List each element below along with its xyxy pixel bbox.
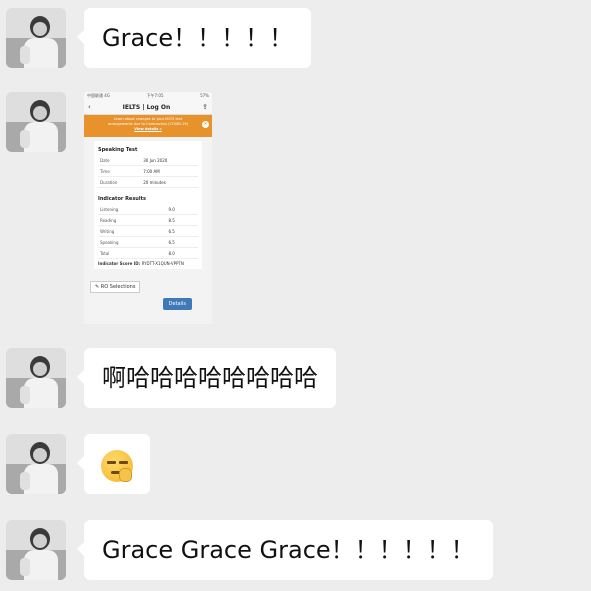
status-time: 下午7:05 bbox=[146, 93, 164, 98]
row-value: 20 minutes bbox=[141, 176, 198, 188]
chat-image-screenshot[interactable]: 中国联通 4G 下午7:05 57% ‹ IELTS | Log On ⇪ Le… bbox=[84, 92, 212, 324]
details-button: Details bbox=[162, 298, 192, 310]
avatar-figure bbox=[33, 106, 47, 120]
row-value: 30 Jun 2020 bbox=[141, 155, 198, 166]
row-value: 6.5 bbox=[166, 236, 198, 248]
avatar-figure bbox=[20, 558, 30, 576]
avatar-figure bbox=[33, 22, 47, 36]
speaking-heading: Speaking Test bbox=[98, 147, 138, 153]
carrier-label: 中国联通 4G bbox=[87, 93, 110, 98]
avatar-figure bbox=[20, 130, 30, 148]
table-row: Total 8.0 bbox=[98, 247, 198, 259]
smirk-emoji-icon bbox=[101, 450, 133, 482]
avatar[interactable] bbox=[6, 92, 66, 152]
avatar-figure bbox=[33, 534, 47, 548]
avatar-figure bbox=[20, 472, 30, 490]
table-row: Speaking 6.5 bbox=[98, 236, 198, 248]
row-value: 8.5 bbox=[166, 214, 198, 226]
row-value: 6.5 bbox=[166, 225, 198, 237]
indicator-heading: Indicator Results bbox=[98, 196, 146, 202]
row-label: Reading bbox=[98, 214, 167, 226]
emoji-hand bbox=[119, 468, 132, 482]
back-chevron-icon: ‹ bbox=[88, 103, 91, 111]
chat-bubble-text[interactable]: Grace！！！！！ bbox=[76, 8, 312, 68]
table-row: Listening 9.0 bbox=[98, 204, 198, 215]
table-row: Reading 8.5 bbox=[98, 214, 198, 226]
phone-status-bar: 中国联通 4G 下午7:05 57% bbox=[84, 92, 212, 100]
ro-selections-label: RO Selections bbox=[100, 284, 136, 290]
indicator-id-label: Indicator Score ID: bbox=[98, 261, 141, 266]
avatar-figure bbox=[20, 386, 30, 404]
avatar[interactable] bbox=[6, 520, 66, 580]
row-value: 8.0 bbox=[166, 247, 198, 259]
screenshot-navbar: ‹ IELTS | Log On ⇪ bbox=[84, 100, 212, 115]
avatar-figure bbox=[33, 362, 47, 376]
row-label: Speaking bbox=[98, 236, 167, 248]
avatar[interactable] bbox=[6, 434, 66, 494]
banner-link: View details » bbox=[134, 127, 162, 131]
speaking-table: Date 30 Jun 2020 Time 7:00 AM Duration 20 m… bbox=[98, 155, 198, 188]
indicator-table: Listening 9.0 Reading 8.5 Writing 6.5 Speak… bbox=[98, 204, 198, 259]
screenshot-title: IELTS | Log On bbox=[122, 103, 171, 111]
chat-bubble-text[interactable]: 啊哈哈哈哈哈哈哈哈 bbox=[77, 348, 336, 408]
avatar-figure bbox=[33, 448, 47, 462]
share-icon: ⇪ bbox=[202, 103, 208, 111]
close-icon: × bbox=[202, 121, 209, 128]
chat-bubble-text[interactable]: Grace Grace Grace！！！！！！ bbox=[77, 520, 493, 580]
indicator-score-id: Indicator Score ID: RYDTT-X1QUN-VPPTN bbox=[98, 261, 198, 266]
edit-icon: ✎ bbox=[95, 284, 100, 290]
avatar[interactable] bbox=[6, 8, 66, 68]
emoji-eye bbox=[107, 461, 116, 464]
row-value: 9.0 bbox=[166, 204, 198, 215]
row-label: Writing bbox=[98, 225, 167, 237]
table-row: Time 7:00 AM bbox=[98, 165, 198, 177]
row-value: 7:00 AM bbox=[141, 165, 198, 177]
results-card: Speaking Test Date 30 Jun 2020 Time 7:00 A… bbox=[94, 141, 202, 269]
row-label: Date bbox=[98, 155, 142, 166]
row-label: Time bbox=[98, 165, 142, 177]
table-row: Writing 6.5 bbox=[98, 225, 198, 237]
emoji-eye bbox=[119, 461, 128, 464]
ro-selections-button: ✎ RO Selections bbox=[90, 281, 141, 293]
row-label: Listening bbox=[98, 204, 167, 215]
row-label: Total bbox=[98, 247, 167, 259]
avatar-figure bbox=[20, 46, 30, 64]
covid-banner: Learn about changes to your IELTS test a… bbox=[84, 115, 212, 137]
table-row: Duration 20 minutes bbox=[98, 176, 198, 188]
avatar[interactable] bbox=[6, 348, 66, 408]
table-row: Date 30 Jun 2020 bbox=[98, 155, 198, 166]
row-label: Duration bbox=[98, 176, 142, 188]
indicator-id-value: RYDTT-X1QUN-VPPTN bbox=[141, 261, 184, 266]
battery-label: 57% bbox=[200, 93, 209, 98]
